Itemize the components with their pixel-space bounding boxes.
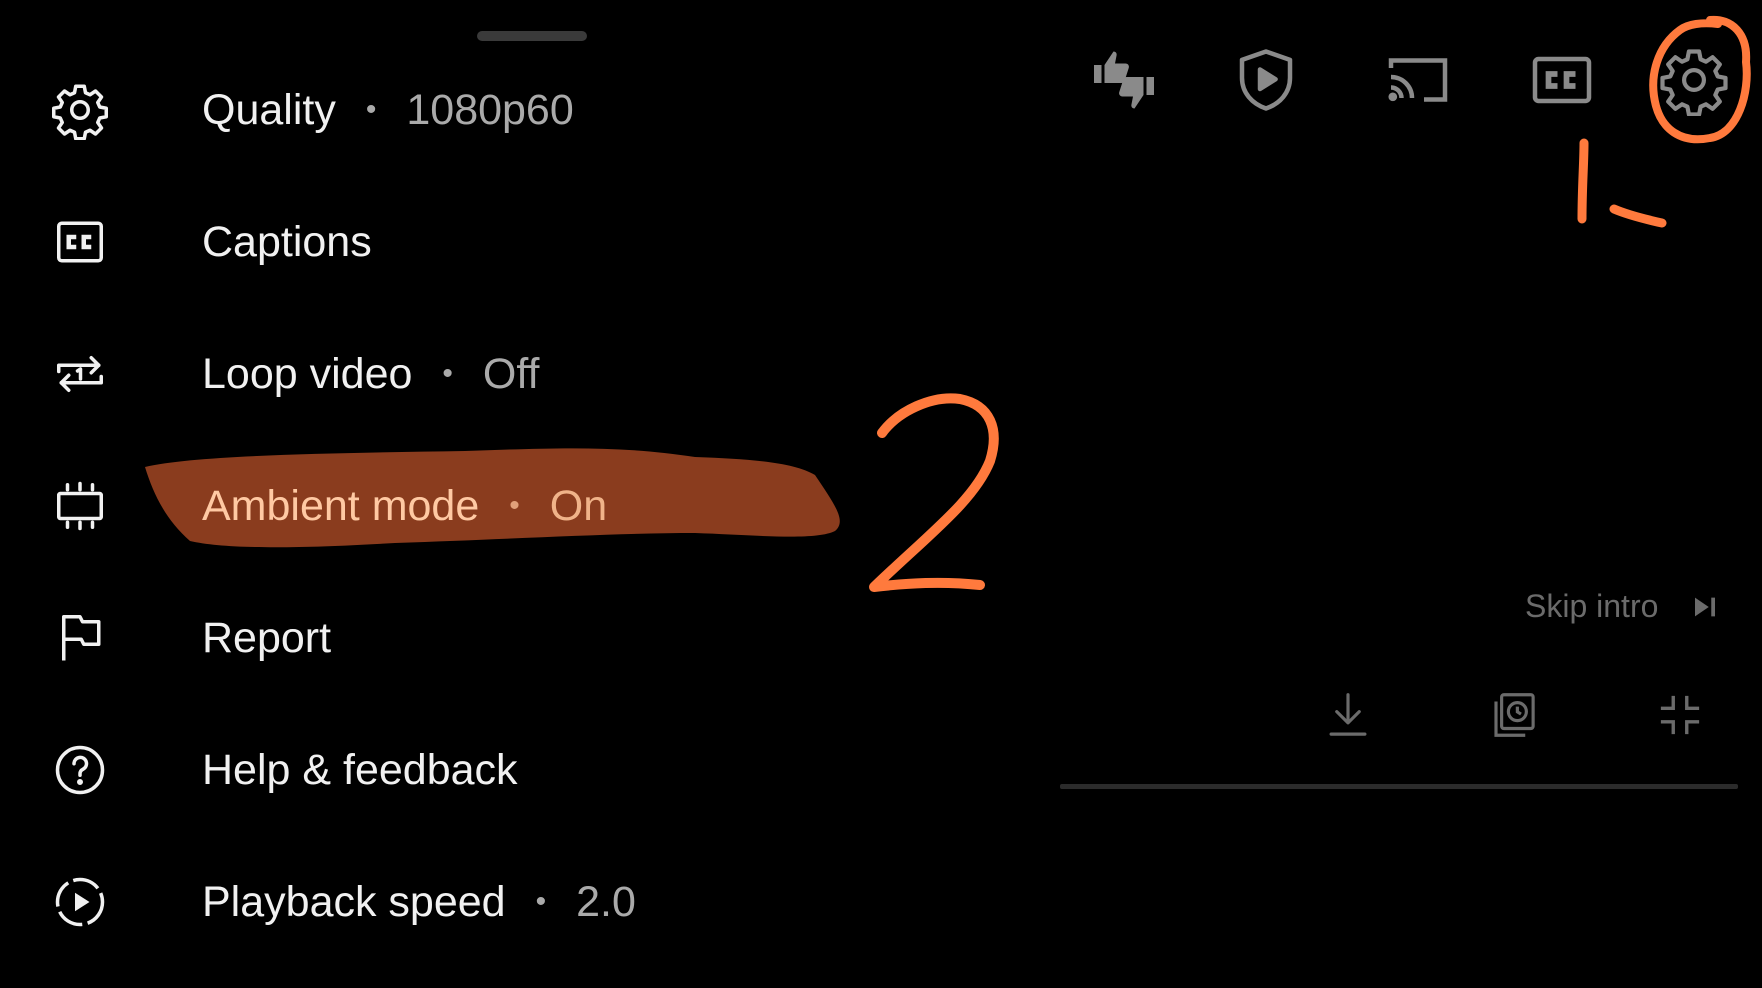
menu-item-value: On bbox=[549, 481, 608, 530]
skip-intro-button[interactable]: Skip intro bbox=[1525, 588, 1720, 625]
menu-item-value: 1080p60 bbox=[406, 85, 574, 134]
shield-play-icon[interactable] bbox=[1226, 40, 1306, 120]
menu-item-label: Playback speed bbox=[202, 877, 506, 926]
screen: Quality • 1080p60 Captions Loop video • … bbox=[0, 0, 1762, 988]
menu-item-label: Quality bbox=[202, 85, 336, 134]
menu-item-text: Playback speed • 2.0 bbox=[202, 878, 636, 927]
loop-icon bbox=[50, 344, 110, 404]
download-icon[interactable] bbox=[1318, 685, 1378, 745]
menu-item-text: Loop video • Off bbox=[202, 350, 540, 399]
video-player[interactable]: Skip intro bbox=[1040, 0, 1762, 988]
settings-sheet: Quality • 1080p60 Captions Loop video • … bbox=[0, 0, 1040, 988]
skip-intro-label: Skip intro bbox=[1525, 588, 1659, 624]
ambient-mode-icon bbox=[50, 476, 110, 536]
captions-icon[interactable] bbox=[1522, 40, 1602, 120]
settings-gear-icon[interactable] bbox=[1654, 40, 1734, 120]
like-dislike-icon[interactable] bbox=[1084, 40, 1164, 120]
menu-item-value: 2.0 bbox=[576, 877, 636, 926]
help-icon bbox=[50, 740, 110, 800]
menu-item-label: Captions bbox=[202, 217, 372, 266]
separator-dot: • bbox=[535, 885, 547, 918]
separator-dot: • bbox=[442, 357, 453, 390]
menu-item-playback-speed[interactable]: Playback speed • 2.0 bbox=[0, 836, 1000, 968]
menu-item-text: Report bbox=[202, 614, 331, 663]
menu-item-captions[interactable]: Captions bbox=[0, 176, 1000, 308]
menu-item-label: Report bbox=[202, 613, 332, 662]
cast-icon[interactable] bbox=[1378, 40, 1458, 120]
menu-item-text: Captions bbox=[202, 218, 372, 267]
menu-item-text: Help & feedback bbox=[202, 746, 518, 795]
save-to-playlist-icon[interactable] bbox=[1484, 685, 1544, 745]
menu-item-label: Help & feedback bbox=[202, 745, 518, 794]
menu-item-label: Loop video bbox=[202, 349, 413, 398]
menu-item-help-feedback[interactable]: Help & feedback bbox=[0, 704, 1000, 836]
separator-dot: • bbox=[365, 93, 377, 126]
gear-icon bbox=[50, 80, 110, 140]
menu-item-loop-video[interactable]: Loop video • Off bbox=[0, 308, 1000, 440]
menu-item-text: Quality • 1080p60 bbox=[202, 86, 574, 135]
exit-fullscreen-icon[interactable] bbox=[1650, 685, 1710, 745]
sheet-drag-handle[interactable] bbox=[477, 31, 587, 41]
progress-bar[interactable] bbox=[1060, 784, 1738, 789]
menu-item-text: Ambient mode • On bbox=[202, 482, 607, 531]
menu-item-report[interactable]: Report bbox=[0, 572, 1000, 704]
separator-dot: • bbox=[509, 489, 520, 522]
menu-item-label: Ambient mode bbox=[202, 481, 480, 530]
menu-item-value: Off bbox=[482, 349, 540, 398]
flag-icon bbox=[50, 608, 110, 668]
menu-item-quality[interactable]: Quality • 1080p60 bbox=[0, 44, 1000, 176]
skip-next-icon bbox=[1695, 597, 1716, 616]
cc-icon bbox=[50, 212, 110, 272]
playback-speed-icon bbox=[50, 872, 110, 932]
